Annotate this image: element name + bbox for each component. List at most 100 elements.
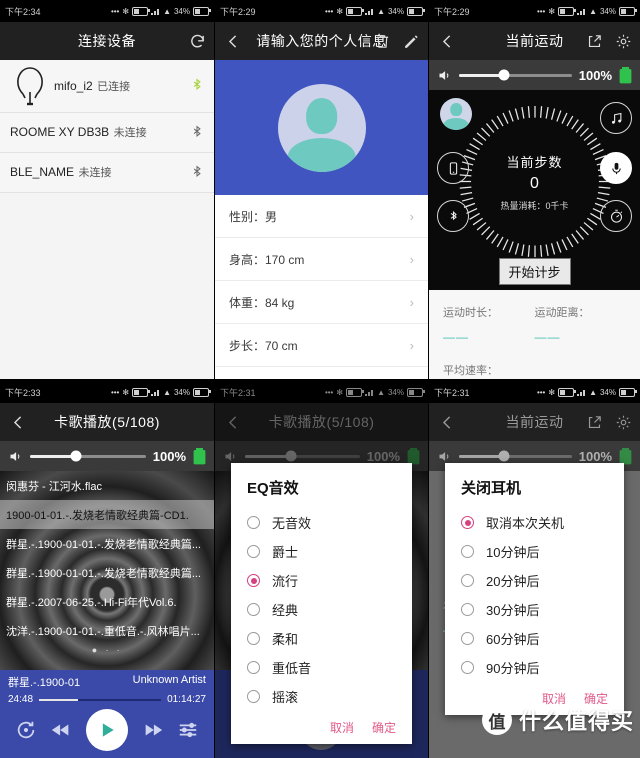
trash-icon[interactable] (374, 33, 391, 50)
sleep-option-5[interactable]: 90分钟后 (445, 653, 624, 682)
radio-button[interactable] (461, 661, 474, 674)
sleep-option-2[interactable]: 20分钟后 (445, 566, 624, 595)
info-row-gender[interactable]: 性别：男 › (215, 195, 428, 238)
volume-icon[interactable] (437, 449, 452, 464)
panel-personal-info: 下午2:29 ••• ✻ ▲ 34% 请输入您的个人信息 性别：男 › 身高：1… (214, 0, 428, 379)
elapsed-time: 24:48 (8, 694, 34, 705)
volume-slider[interactable] (30, 450, 146, 462)
eq-option-4[interactable]: 柔和 (231, 624, 412, 653)
list-item[interactable]: 闵惠芬 - 江河水.flac (0, 471, 214, 500)
repeat-icon[interactable] (15, 719, 37, 741)
radio-button[interactable] (247, 690, 260, 703)
avatar[interactable] (277, 83, 366, 172)
info-row-stride[interactable]: 步长：70 cm › (215, 324, 428, 367)
sleep-option-4[interactable]: 60分钟后 (445, 624, 624, 653)
eq-option-6[interactable]: 摇滚 (231, 682, 412, 711)
player-controls (8, 709, 206, 751)
panel-current-sport: 下午2:29 ••• ✻ ▲ 34% 当前运动 100% 当前步数 0 热量消耗… (428, 0, 640, 379)
now-playing-meta: 群星.-.1900-01 Unknown Artist (8, 674, 206, 690)
device-row-0[interactable]: mifo_i2 已连接 (0, 60, 214, 113)
phone-icon[interactable] (437, 152, 469, 184)
battery-icon (407, 6, 425, 16)
radio-button[interactable] (247, 603, 260, 616)
list-item[interactable]: 沈洋.-.1900-01-01.-.重低音.-.风林唱片... (0, 616, 214, 645)
stats-row-1: 运动时长： —— 运动距离： —— (443, 304, 626, 344)
avatar[interactable] (440, 98, 472, 130)
radio-button-selected[interactable] (461, 516, 474, 529)
equalizer-icon[interactable] (177, 719, 199, 741)
gear-icon[interactable] (615, 33, 632, 50)
volume-slider[interactable] (459, 450, 572, 462)
stopwatch-icon[interactable] (600, 200, 632, 232)
back-button[interactable] (439, 403, 456, 441)
music-note-icon[interactable] (600, 102, 632, 134)
radio-button[interactable] (461, 545, 474, 558)
battery-percent: 34% (173, 6, 190, 16)
start-step-button[interactable]: 开始计步 (498, 258, 571, 285)
info-label: 身高：170 cm (229, 252, 305, 267)
bluetooth-icon[interactable] (190, 124, 204, 142)
list-item[interactable]: 群星.-.1900-01-01.-.发烧老情歌经典篇... (0, 558, 214, 587)
radio-button[interactable] (247, 545, 260, 558)
volume-slider[interactable] (459, 69, 572, 81)
back-button[interactable] (225, 22, 242, 60)
battery-small-icon (558, 6, 577, 16)
bluetooth-icon[interactable] (190, 164, 204, 182)
device-row-1[interactable]: ROOME XY DB3B 未连接 (0, 113, 214, 153)
sleep-option-1[interactable]: 10分钟后 (445, 537, 624, 566)
radio-button[interactable] (247, 632, 260, 645)
track-title: 群星.-.1900-01-01.-.发烧老情歌经典篇... (6, 538, 201, 551)
eq-option-3[interactable]: 经典 (231, 595, 412, 624)
radio-button-selected[interactable] (247, 574, 260, 587)
bluetooth-icon[interactable] (437, 200, 469, 232)
status-icons: ••• ✻ ▲ 34% (537, 6, 637, 16)
eq-option-1[interactable]: 爵士 (231, 537, 412, 566)
info-row-height[interactable]: 身高：170 cm › (215, 238, 428, 281)
radio-button[interactable] (461, 574, 474, 587)
share-icon[interactable] (586, 414, 603, 431)
profile-hero (215, 60, 428, 195)
radio-button[interactable] (247, 661, 260, 674)
share-icon[interactable] (586, 33, 603, 50)
device-state: 未连接 (113, 127, 147, 139)
option-label: 重低音 (272, 661, 312, 676)
signal-icon (365, 7, 375, 15)
eq-option-0[interactable]: 无音效 (231, 508, 412, 537)
info-row-weight[interactable]: 体重：84 kg › (215, 281, 428, 324)
play-button[interactable] (85, 709, 128, 751)
watermark-logo-icon: 值 (481, 705, 512, 735)
sleep-option-3[interactable]: 30分钟后 (445, 595, 624, 624)
refresh-button[interactable] (189, 22, 206, 60)
list-item[interactable]: 群星.-.1900-01-01.-.发烧老情歌经典篇... (0, 529, 214, 558)
page-title: 连接设备 (78, 33, 136, 49)
radio-button[interactable] (461, 603, 474, 616)
back-button[interactable] (439, 22, 456, 60)
status-icons: ••• ✻ ▲ 34% (325, 6, 425, 16)
signal-icon (577, 7, 587, 15)
eq-option-2[interactable]: 流行 (231, 566, 412, 595)
sleep-timer-dialog: 关闭耳机 取消本次关机 10分钟后 20分钟后 30分钟后 60分钟后 90分钟… (445, 463, 624, 715)
watermark: 值 什么值得买 (481, 704, 634, 736)
sleep-option-0[interactable]: 取消本次关机 (445, 508, 624, 537)
fast-forward-icon[interactable] (142, 719, 164, 741)
eq-option-5[interactable]: 重低音 (231, 653, 412, 682)
list-item[interactable]: 群星.-.2007-06-25.-.Hi-Fi年代Vol.6. (0, 587, 214, 616)
seek-slider[interactable] (39, 698, 162, 701)
battery-percent: 34% (599, 6, 616, 16)
device-row-2[interactable]: BLE_NAME 未连接 (0, 153, 214, 193)
dial-label: 当前步数 (506, 154, 563, 170)
volume-icon[interactable] (8, 449, 23, 464)
microphone-icon[interactable] (600, 152, 632, 184)
rewind-icon[interactable] (50, 719, 72, 741)
volume-icon[interactable] (437, 68, 452, 83)
back-button[interactable] (10, 403, 27, 441)
radio-button[interactable] (247, 516, 260, 529)
radio-button[interactable] (461, 632, 474, 645)
bluetooth-icon[interactable] (190, 77, 204, 95)
confirm-button[interactable]: 确定 (372, 719, 396, 736)
list-item[interactable]: 1900-01-01.-.发烧老情歌经典篇-CD1. (0, 500, 214, 529)
signal-icon (151, 388, 161, 396)
gear-icon[interactable] (615, 414, 632, 431)
cancel-button[interactable]: 取消 (330, 719, 354, 736)
pencil-icon[interactable] (403, 33, 420, 50)
